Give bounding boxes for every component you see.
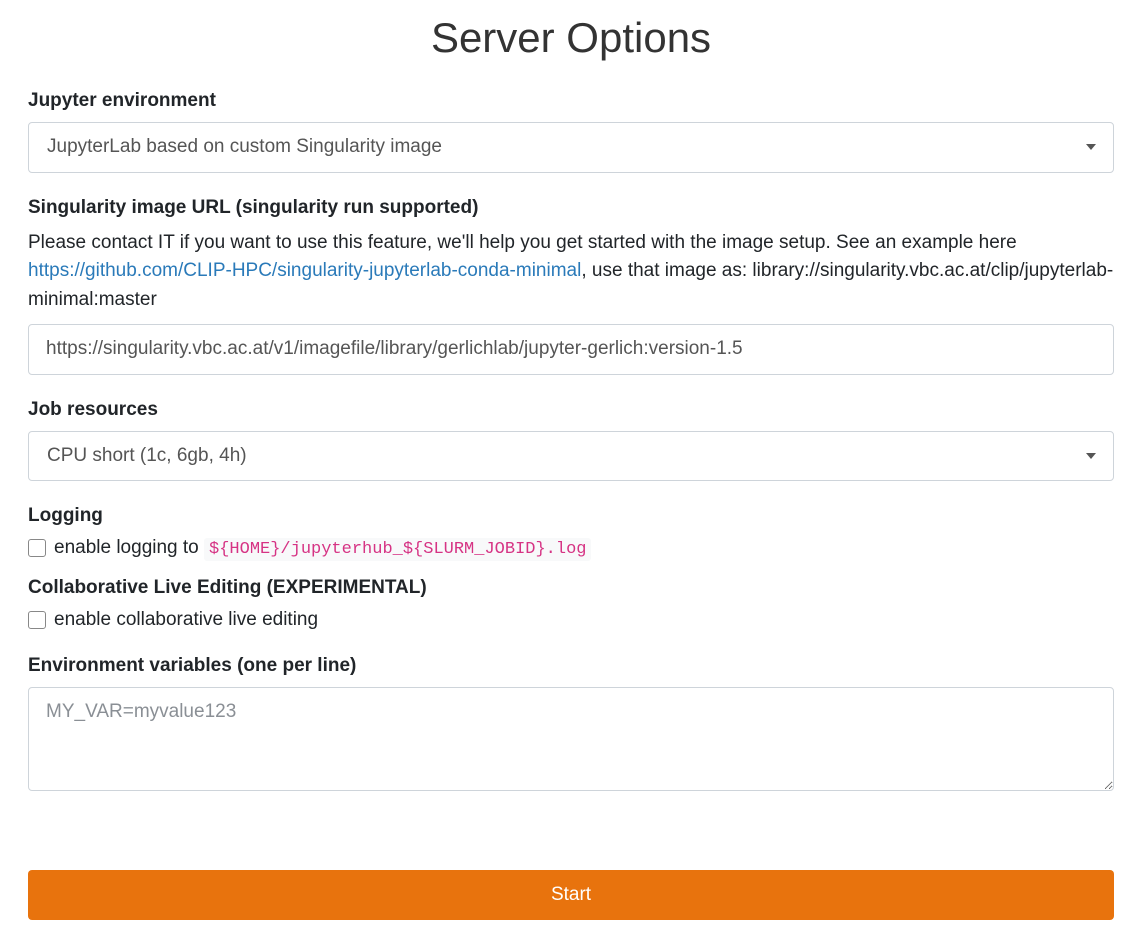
job-resources-label: Job resources	[28, 399, 1114, 421]
start-button[interactable]: Start	[28, 870, 1114, 920]
logging-checkbox-label: enable logging to ${HOME}/jupyterhub_${S…	[54, 537, 591, 559]
singularity-url-help-prefix: Please contact IT if you want to use thi…	[28, 232, 1017, 253]
collab-label: Collaborative Live Editing (EXPERIMENTAL…	[28, 577, 1114, 599]
collab-checkbox-label: enable collaborative live editing	[54, 609, 318, 631]
job-resources-select[interactable]: CPU short (1c, 6gb, 4h)	[28, 431, 1114, 482]
singularity-url-input[interactable]	[28, 324, 1114, 375]
singularity-url-label: Singularity image URL (singularity run s…	[28, 197, 1114, 219]
logging-checkbox-text: enable logging to	[54, 537, 204, 558]
job-resources-select-wrapper: CPU short (1c, 6gb, 4h)	[28, 431, 1114, 482]
collab-checkbox[interactable]	[28, 611, 46, 629]
jupyter-environment-label: Jupyter environment	[28, 90, 1114, 112]
singularity-example-link[interactable]: https://github.com/CLIP-HPC/singularity-…	[28, 260, 581, 281]
logging-label: Logging	[28, 505, 1114, 527]
logging-checkbox[interactable]	[28, 539, 46, 557]
env-vars-textarea[interactable]	[28, 687, 1114, 791]
logging-path-code: ${HOME}/jupyterhub_${SLURM_JOBID}.log	[204, 538, 591, 561]
singularity-url-help: Please contact IT if you want to use thi…	[28, 229, 1114, 315]
jupyter-environment-select-wrapper: JupyterLab based on custom Singularity i…	[28, 122, 1114, 173]
page-title: Server Options	[28, 14, 1114, 62]
jupyter-environment-select[interactable]: JupyterLab based on custom Singularity i…	[28, 122, 1114, 173]
env-vars-label: Environment variables (one per line)	[28, 655, 1114, 677]
